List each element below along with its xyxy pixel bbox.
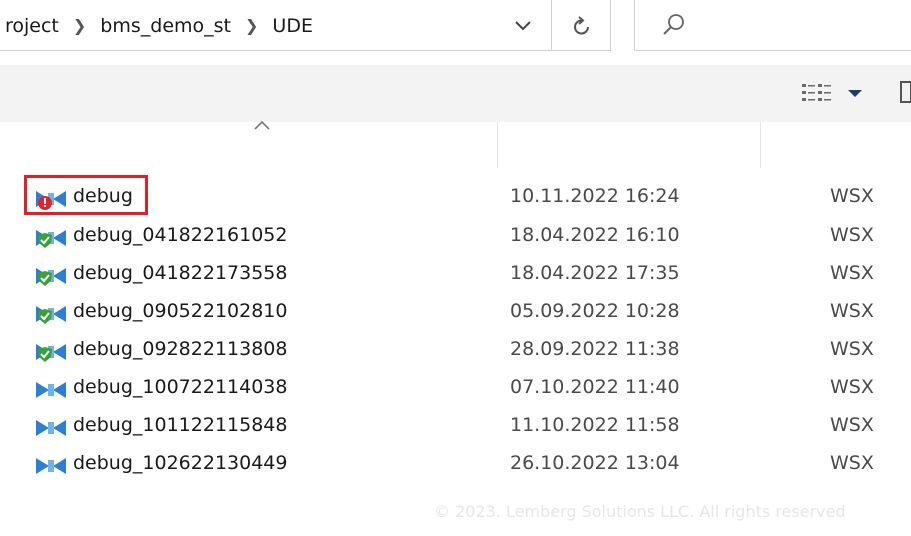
view-options-button[interactable] [800,78,866,108]
file-date-modified: 28.09.2022 11:38 [510,338,680,360]
wsx-verified-icon [36,344,66,362]
file-type: WSX [830,376,874,398]
column-header[interactable] [0,122,911,168]
file-type: WSX [830,262,874,284]
breadcrumb-item-project[interactable]: roject [0,15,65,37]
file-date-modified: 05.09.2022 10:28 [510,300,680,322]
pane-icon [900,81,911,103]
search-icon [663,14,684,35]
file-date-modified: 18.04.2022 16:10 [510,224,680,246]
file-type: WSX [830,300,874,322]
file-type: WSX [830,338,874,360]
file-name[interactable]: debug_041822161052 [73,224,287,246]
file-date-modified: 26.10.2022 13:04 [510,452,680,474]
file-date-modified: 11.10.2022 11:58 [510,414,680,436]
file-row[interactable]: debug_090522102810 05.09.2022 10:28 WSX [0,294,911,332]
address-bar[interactable]: roject ❯ bms_demo_st ❯ UDE [0,0,611,51]
details-view-icon [802,84,831,101]
sort-ascending-icon[interactable] [253,118,271,132]
chevron-right-icon[interactable]: ❯ [65,16,94,35]
highlight-box [24,175,148,215]
chevron-right-icon[interactable]: ❯ [237,16,266,35]
file-type: WSX [830,185,874,207]
file-name[interactable]: debug_100722114038 [73,376,287,398]
file-row[interactable]: debug_102622130449 26.10.2022 13:04 WSX [0,446,911,484]
file-type: WSX [830,224,874,246]
file-name[interactable]: debug_101122115848 [73,414,287,436]
file-name[interactable]: debug_090522102810 [73,300,287,322]
file-row[interactable]: debug_100722114038 07.10.2022 11:40 WSX [0,370,911,408]
file-type: WSX [830,414,874,436]
breadcrumb-item-bms-demo-st[interactable]: bms_demo_st [94,15,237,37]
column-divider[interactable] [760,122,761,168]
file-row[interactable]: debug_041822161052 18.04.2022 16:10 WSX [0,218,911,256]
wsx-verified-icon [36,306,66,324]
file-name[interactable]: debug_102622130449 [73,452,287,474]
toolbar [0,65,911,122]
preview-pane-button[interactable] [899,80,911,104]
chevron-down-icon [514,20,531,30]
wsx-file-icon [36,382,66,398]
watermark: © 2023. Lemberg Solutions LLC. All right… [434,502,846,521]
file-row[interactable]: debug_101122115848 11.10.2022 11:58 WSX [0,408,911,446]
address-history-dropdown-button[interactable] [495,0,550,51]
wsx-file-icon [36,458,66,474]
file-date-modified: 10.11.2022 16:24 [510,185,680,207]
search-input[interactable] [634,0,911,51]
file-date-modified: 18.04.2022 17:35 [510,262,680,284]
file-date-modified: 07.10.2022 11:40 [510,376,680,398]
breadcrumb-item-ude[interactable]: UDE [266,15,319,37]
wsx-verified-icon [36,268,66,286]
refresh-icon [574,15,589,34]
file-type: WSX [830,452,874,474]
file-row[interactable]: debug_041822173558 18.04.2022 17:35 WSX [0,256,911,294]
refresh-button[interactable] [551,0,612,51]
wsx-file-icon [36,420,66,436]
caret-down-icon [848,90,862,97]
file-row[interactable]: debug_092822113808 28.09.2022 11:38 WSX [0,332,911,370]
file-name[interactable]: debug_041822173558 [73,262,287,284]
breadcrumb: roject ❯ bms_demo_st ❯ UDE [0,0,319,51]
column-divider[interactable] [497,122,498,168]
wsx-verified-icon [36,230,66,248]
file-name[interactable]: debug_092822113808 [73,338,287,360]
